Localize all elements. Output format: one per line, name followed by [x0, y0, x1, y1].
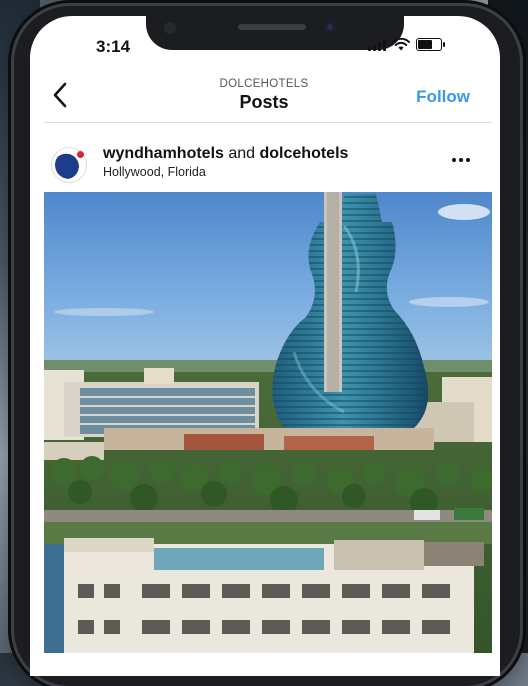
post-photo[interactable] [44, 192, 492, 653]
camera-icon [324, 21, 336, 33]
wifi-icon [392, 38, 410, 51]
post-location[interactable]: Hollywood, Florida [103, 165, 206, 179]
author-secondary-link[interactable]: dolcehotels [260, 145, 349, 162]
posts-header: DOLCEHOTELS Posts Follow [44, 70, 484, 120]
sensor-icon [164, 22, 176, 34]
author-primary-link[interactable]: wyndhamhotels [103, 145, 224, 162]
signal-icon [368, 38, 386, 51]
avatar[interactable] [51, 147, 87, 183]
battery-icon [416, 38, 445, 51]
more-options-icon[interactable] [452, 158, 470, 162]
header-divider [44, 122, 492, 123]
status-time: 3:14 [96, 37, 131, 56]
guitar-hotel-photo [44, 192, 492, 653]
author-joiner: and [223, 145, 260, 162]
post-authors: wyndhamhotels and dolcehotels [103, 145, 348, 163]
status-icons [368, 38, 445, 51]
speaker-grille [238, 24, 306, 30]
phone-notch [146, 10, 404, 50]
logo-dot [77, 151, 84, 158]
follow-button[interactable]: Follow [416, 87, 470, 107]
